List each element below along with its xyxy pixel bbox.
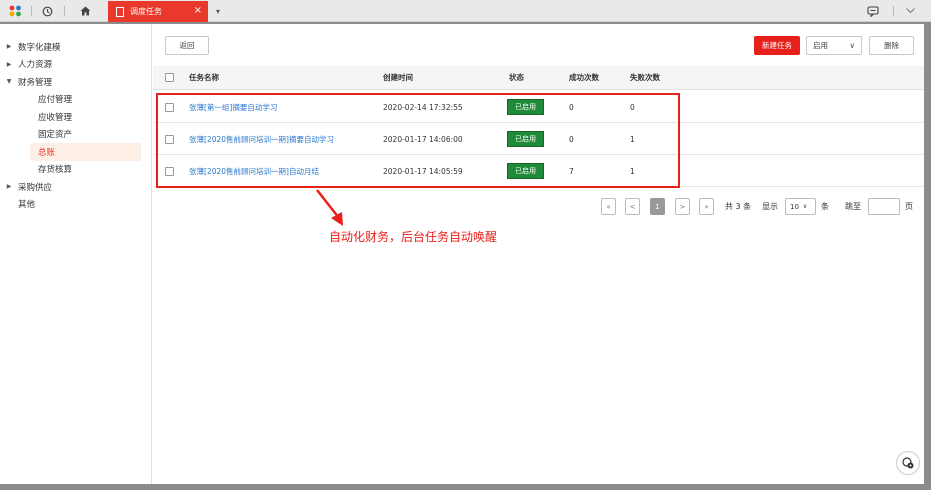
page-unit: 页 <box>905 202 913 211</box>
first-page-button[interactable]: « <box>601 198 616 215</box>
separator <box>64 6 65 16</box>
table-header: 任务名称 创建时间 状态 成功次数 失败次数 <box>153 66 924 90</box>
new-task-button[interactable]: 新建任务 <box>754 36 800 55</box>
chevron-down-icon: ∨ <box>802 203 808 210</box>
separator <box>893 6 894 16</box>
sidebar-item-fixed-assets[interactable]: 固定资产 <box>0 126 151 144</box>
annotation-arrow-icon <box>316 189 343 226</box>
annotation-text: 自动化财务，后台任务自动唤醒 <box>329 230 498 244</box>
message-icon[interactable] <box>866 4 880 18</box>
goto-page-input[interactable] <box>868 198 900 215</box>
sidebar-item-label: 应收管理 <box>38 112 73 123</box>
caret-right-icon: ▶ <box>6 43 12 51</box>
total-count: 共 3 条 <box>725 202 752 211</box>
sidebar-item-label: 财务管理 <box>18 77 53 88</box>
customer-service-icon[interactable] <box>896 451 920 475</box>
sidebar-item-label: 采购供应 <box>18 182 53 193</box>
separator <box>31 6 32 16</box>
sidebar-item-general-ledger[interactable]: 总账 <box>30 143 141 161</box>
caret-right-icon: ▶ <box>6 60 12 68</box>
sidebar-item-label: 固定资产 <box>38 130 73 141</box>
sidebar-item-other[interactable]: 其他 <box>0 196 151 214</box>
enable-select[interactable]: 启用 ∨ <box>806 36 862 55</box>
sidebar-item-digital-modeling[interactable]: ▶ 数字化建模 <box>0 38 151 56</box>
page-size-label: 显示 <box>762 202 778 211</box>
caret-right-icon: ▶ <box>6 183 12 191</box>
sidebar: ▶ 数字化建模 ▶ 人力资源 ▼ 财务管理 应付管理 应收管理 固定资产 总账 … <box>0 24 152 484</box>
prev-page-button[interactable]: < <box>625 198 640 215</box>
column-header-status[interactable]: 状态 <box>509 66 524 89</box>
column-header-created[interactable]: 创建时间 <box>383 66 413 89</box>
column-header-name[interactable]: 任务名称 <box>189 66 219 89</box>
tab-dropdown-icon[interactable]: ▾ <box>210 4 226 18</box>
delete-button[interactable]: 删除 <box>869 36 914 55</box>
main-content: 返回 新建任务 启用 ∨ 删除 任务名称 创建时间 状态 成功次数 失败次数 张… <box>153 24 924 484</box>
chevron-down-icon[interactable] <box>903 4 917 18</box>
apps-icon[interactable] <box>8 4 22 18</box>
select-all-checkbox[interactable] <box>165 73 174 82</box>
back-button[interactable]: 返回 <box>165 36 209 55</box>
column-header-fail[interactable]: 失败次数 <box>630 66 660 89</box>
sidebar-item-procurement[interactable]: ▶ 采购供应 <box>0 178 151 196</box>
sidebar-item-label: 总账 <box>38 147 56 158</box>
sidebar-item-label: 存货核算 <box>38 165 73 176</box>
sidebar-item-receivables[interactable]: 应收管理 <box>0 108 151 126</box>
sidebar-item-label: 应付管理 <box>38 95 73 106</box>
tab-bar: 调度任务 × ▾ <box>0 0 931 22</box>
page-size-value: 10 <box>790 202 799 211</box>
app-frame: ▶ 数字化建模 ▶ 人力资源 ▼ 财务管理 应付管理 应收管理 固定资产 总账 … <box>0 24 924 484</box>
document-icon <box>116 6 124 17</box>
sidebar-item-inventory[interactable]: 存货核算 <box>0 161 151 179</box>
goto-label: 跳至 <box>845 202 861 211</box>
history-icon[interactable] <box>40 4 54 18</box>
sidebar-item-label: 数字化建模 <box>18 42 61 53</box>
sidebar-item-payables[interactable]: 应付管理 <box>0 91 151 109</box>
home-icon[interactable] <box>78 4 92 18</box>
tab-scheduled-tasks[interactable]: 调度任务 × <box>108 1 208 22</box>
sidebar-item-hr[interactable]: ▶ 人力资源 <box>0 56 151 74</box>
caret-down-icon: ▼ <box>6 78 12 86</box>
next-page-button[interactable]: > <box>675 198 690 215</box>
enable-select-value: 启用 <box>813 41 828 50</box>
last-page-button[interactable]: » <box>699 198 714 215</box>
sidebar-item-label: 其他 <box>18 200 36 211</box>
header-checkbox-cell <box>165 66 174 89</box>
tab-title: 调度任务 <box>130 7 162 16</box>
page-size-unit: 条 <box>821 202 829 211</box>
page-1-button[interactable]: 1 <box>650 198 665 215</box>
page-size-select[interactable]: 10 ∨ <box>785 198 816 215</box>
column-header-success[interactable]: 成功次数 <box>569 66 599 89</box>
close-icon[interactable]: × <box>194 5 202 16</box>
sidebar-item-finance[interactable]: ▼ 财务管理 <box>0 73 151 91</box>
pagination: « < 1 > » 共 3 条 显示 10 ∨ 条 跳至 页 <box>599 198 924 217</box>
sidebar-item-label: 人力资源 <box>18 60 53 71</box>
highlight-box <box>156 93 680 188</box>
chevron-down-icon: ∨ <box>849 41 856 50</box>
